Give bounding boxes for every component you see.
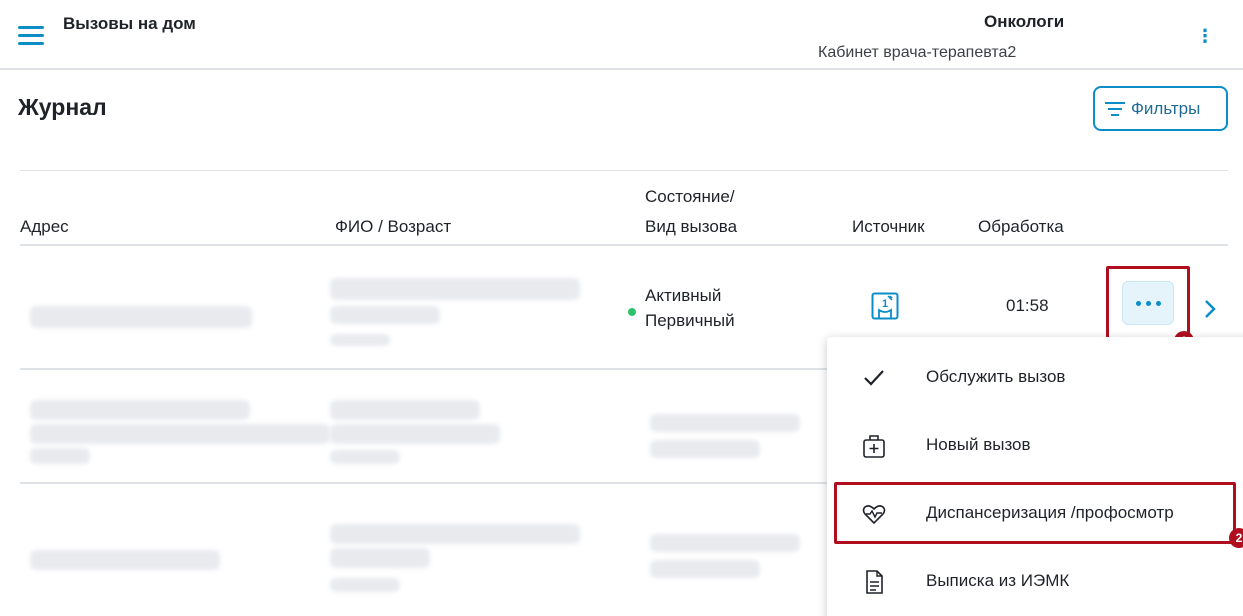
more-vertical-icon[interactable]: ⋮ (1196, 26, 1214, 46)
menu-item-iemk-extract[interactable]: Выписка из ИЭМК (827, 547, 1243, 615)
address-redacted (30, 400, 250, 420)
processing-time: 01:58 (1006, 296, 1049, 315)
top-app-bar: Вызовы на дом Онкологи Кабинет врача-тер… (0, 0, 1243, 70)
column-processing[interactable]: Обработка (978, 217, 1064, 237)
call-status: Активный (645, 286, 722, 305)
organization-name: Онкологи (984, 12, 1065, 31)
age-redacted (330, 578, 400, 592)
fio-redacted (330, 524, 580, 544)
filter-icon (1105, 101, 1125, 116)
menu-item-new-call[interactable]: Новый вызов (827, 411, 1243, 479)
actions-menu: Обслужить вызов Новый вызов Диспансериза… (827, 337, 1243, 616)
address-redacted (30, 550, 220, 570)
more-actions-button[interactable] (1122, 281, 1174, 325)
menu-item-label: Выписка из ИЭМК (926, 571, 1070, 590)
status-redacted (650, 414, 800, 432)
fio-redacted (330, 424, 500, 444)
table-header: Адрес ФИО / Возраст Состояние/ Вид вызов… (20, 170, 1228, 246)
filters-button[interactable]: Фильтры (1093, 86, 1228, 131)
address-redacted (30, 448, 90, 464)
call-type: Первичный (645, 311, 735, 330)
address-redacted (30, 306, 252, 328)
type-redacted (650, 560, 760, 578)
status-redacted (650, 534, 800, 552)
page-title: Журнал (18, 94, 107, 120)
highlight-box-2 (834, 482, 1236, 544)
chevron-right-icon[interactable] (1203, 298, 1217, 320)
age-redacted (330, 334, 390, 346)
svg-text:1: 1 (882, 298, 888, 310)
menu-icon[interactable] (18, 26, 44, 46)
app-title: Вызовы на дом (63, 14, 196, 33)
source-kiosk-icon: 1 (871, 292, 899, 320)
menu-item-serve-call[interactable]: Обслужить вызов (827, 343, 1243, 411)
fio-redacted (330, 306, 440, 324)
medical-bag-plus-icon (863, 435, 885, 458)
status-active-dot (628, 308, 636, 316)
menu-item-label: Новый вызов (926, 435, 1031, 454)
column-address[interactable]: Адрес (20, 217, 69, 237)
column-source[interactable]: Источник (852, 217, 925, 237)
fio-redacted (330, 548, 430, 568)
fio-redacted (330, 278, 580, 300)
fio-redacted (330, 400, 480, 420)
column-state-line1[interactable]: Состояние/ (645, 187, 735, 207)
document-icon (866, 570, 883, 594)
menu-item-label: Обслужить вызов (926, 367, 1066, 386)
cabinet-name: Кабинет врача-терапевта2 (818, 44, 1017, 61)
annotation-badge-2: 2 (1229, 528, 1243, 548)
column-state-line2[interactable]: Вид вызова (645, 217, 737, 237)
type-redacted (650, 440, 760, 458)
filters-button-label: Фильтры (1131, 98, 1201, 118)
column-fio[interactable]: ФИО / Возраст (335, 217, 451, 237)
address-redacted (30, 424, 330, 444)
check-icon (864, 370, 884, 386)
age-redacted (330, 450, 400, 464)
